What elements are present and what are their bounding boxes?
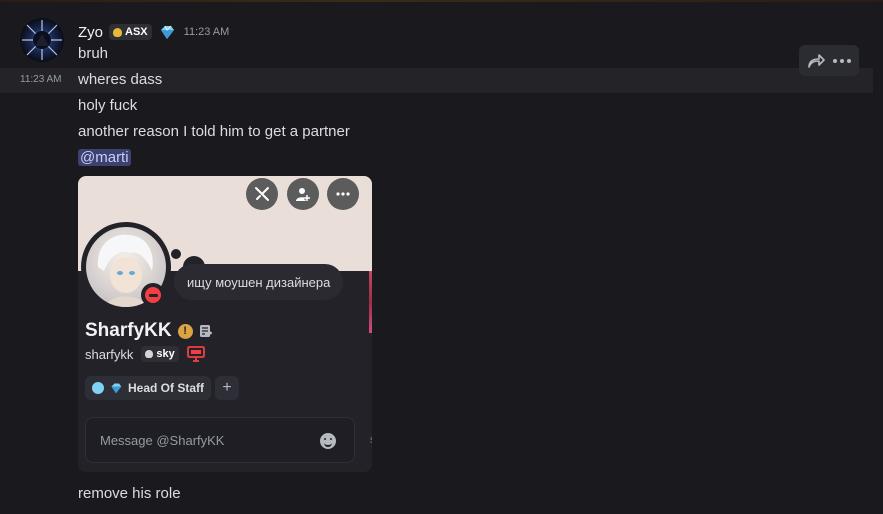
- role-color-dot: [92, 382, 104, 394]
- message-input-placeholder: Message @SharfyKK: [100, 432, 225, 448]
- message-line: another reason I told him to get a partn…: [78, 123, 350, 140]
- message-line: bruh: [78, 45, 109, 62]
- message-header: Zyo ASX 11:23 AM: [78, 22, 229, 42]
- custom-status-bubble: ищу моушен дизайнера: [174, 264, 344, 300]
- warning-badge-icon[interactable]: !: [177, 323, 193, 339]
- role-list: Head Of Staff +: [85, 376, 240, 400]
- role-pill[interactable]: Head Of Staff: [85, 376, 212, 400]
- profile-subline: sharfykk sky: [85, 346, 205, 362]
- bag-icon: [113, 27, 123, 37]
- top-divider: [0, 0, 883, 2]
- author-name[interactable]: Zyo: [78, 24, 103, 41]
- guild-tag[interactable]: ASX: [109, 24, 152, 40]
- author-avatar[interactable]: [20, 18, 64, 62]
- card-edge-fragment: s: [370, 434, 372, 448]
- profile-card-embed[interactable]: s ищу моушен дизайнера SharfyKK ! sharfy…: [78, 176, 372, 472]
- message-line: wheres dass: [78, 71, 163, 88]
- profile-guild-tag-label: sky: [156, 348, 175, 360]
- direct-message-input[interactable]: Message @SharfyKK: [85, 417, 355, 463]
- crystal-badge-icon[interactable]: [158, 24, 176, 40]
- display-name-text: SharfyKK: [85, 320, 172, 341]
- bag-icon: [145, 350, 154, 358]
- crystal-role-icon: [111, 383, 122, 394]
- message-line: remove his role: [78, 485, 181, 502]
- dnd-status-icon: [141, 283, 165, 307]
- feature-toggle-button[interactable]: [246, 178, 278, 210]
- more-options-button[interactable]: [327, 178, 359, 210]
- guild-tag-label: ASX: [125, 26, 148, 38]
- user-mention[interactable]: @marti: [78, 149, 131, 166]
- hover-timestamp: 11:23 AM: [20, 74, 62, 85]
- more-icon[interactable]: [831, 50, 853, 72]
- mention-line: @marti: [78, 148, 131, 168]
- card-edge-strip: [369, 271, 372, 333]
- add-role-button[interactable]: +: [215, 376, 240, 400]
- message-line: holy fuck: [78, 97, 138, 114]
- profile-display-name: SharfyKK !: [85, 320, 213, 342]
- add-friend-button[interactable]: [287, 178, 319, 210]
- bubble-dot: [171, 249, 181, 259]
- note-badge-icon[interactable]: [199, 324, 213, 338]
- profile-guild-tag[interactable]: sky: [141, 346, 179, 362]
- desktop-status-icon: [186, 346, 205, 362]
- emoji-icon[interactable]: [320, 433, 336, 449]
- profile-username: sharfykk: [85, 346, 134, 362]
- role-name: Head Of Staff: [128, 381, 205, 395]
- message-actions: [799, 45, 859, 76]
- forward-icon[interactable]: [805, 50, 827, 72]
- message-timestamp: 11:23 AM: [183, 26, 230, 38]
